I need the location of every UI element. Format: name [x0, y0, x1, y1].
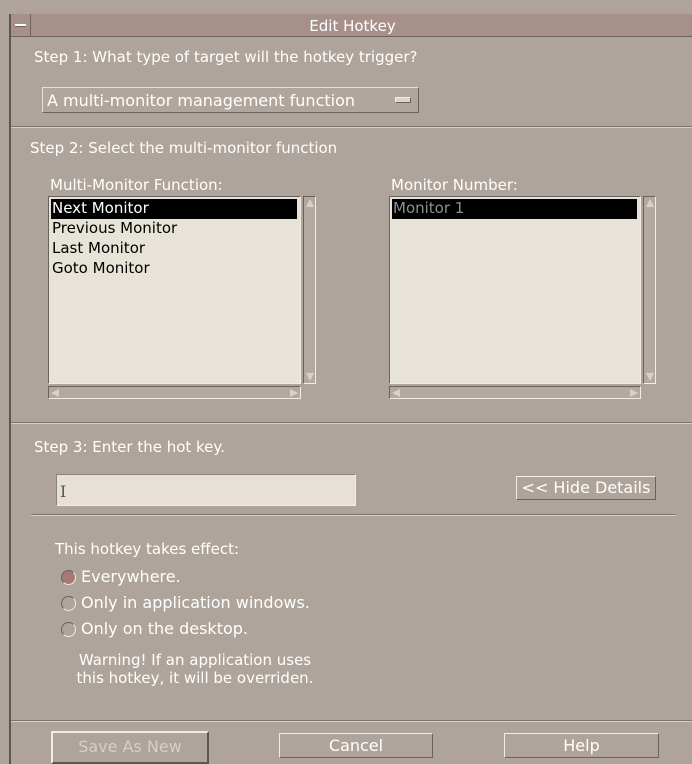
scroll-up-icon[interactable]	[306, 199, 314, 207]
monitor-list-vscrollbar[interactable]	[643, 196, 656, 384]
scroll-up-icon[interactable]	[646, 199, 654, 207]
override-warning: Warning! If an application uses this hot…	[55, 651, 335, 687]
radio-label: Only in application windows.	[81, 593, 310, 612]
warning-line: Warning! If an application uses	[78, 651, 312, 669]
title-bar[interactable]: Edit Hotkey	[11, 14, 692, 37]
separator	[11, 126, 692, 128]
function-list-header: Multi-Monitor Function:	[50, 176, 223, 194]
scroll-down-icon[interactable]	[306, 373, 314, 381]
cancel-button[interactable]: Cancel	[279, 733, 433, 758]
list-item[interactable]: Last Monitor	[51, 239, 297, 259]
list-item[interactable]: Monitor 1	[392, 199, 637, 219]
radio-unselected-icon[interactable]	[61, 596, 76, 611]
target-type-selected: A multi-monitor management function	[47, 91, 356, 110]
step2-label: Step 2: Select the multi-monitor functio…	[30, 139, 338, 157]
radio-label: Everywhere.	[81, 567, 181, 586]
radio-unselected-icon[interactable]	[61, 622, 76, 637]
radio-selected-icon[interactable]	[61, 570, 76, 585]
hide-details-button[interactable]: << Hide Details	[516, 476, 656, 500]
warning-line: this hotkey, it will be overriden.	[76, 669, 314, 687]
radio-label: Only on the desktop.	[81, 619, 248, 638]
scope-heading: This hotkey takes effect:	[55, 540, 240, 558]
monitor-list-header: Monitor Number:	[391, 176, 518, 194]
list-item[interactable]: Goto Monitor	[51, 259, 297, 279]
separator	[31, 514, 676, 516]
function-list-hscrollbar[interactable]	[48, 386, 301, 399]
step3-label: Step 3: Enter the hot key.	[34, 438, 225, 456]
monitor-list-hscrollbar[interactable]	[389, 386, 641, 399]
scroll-left-icon[interactable]	[51, 389, 59, 397]
text-cursor-icon: I	[60, 482, 67, 501]
edit-hotkey-window: Edit Hotkey Step 1: What type of target …	[9, 14, 692, 764]
scroll-left-icon[interactable]	[392, 389, 400, 397]
separator	[11, 422, 692, 424]
list-item[interactable]: Next Monitor	[51, 199, 297, 219]
option-menu-indicator-icon	[395, 97, 411, 103]
scroll-down-icon[interactable]	[646, 373, 654, 381]
help-button[interactable]: Help	[504, 733, 659, 758]
scroll-right-icon[interactable]	[630, 389, 638, 397]
monitor-list[interactable]: Monitor 1	[389, 196, 641, 384]
scroll-right-icon[interactable]	[290, 389, 298, 397]
save-as-new-button[interactable]: Save As New	[51, 731, 209, 764]
window-title: Edit Hotkey	[309, 17, 396, 35]
target-type-option-menu[interactable]: A multi-monitor management function	[42, 87, 419, 113]
list-item[interactable]: Previous Monitor	[51, 219, 297, 239]
function-list-vscrollbar[interactable]	[303, 196, 316, 384]
step1-label: Step 1: What type of target will the hot…	[34, 48, 418, 66]
hotkey-input[interactable]: I	[56, 474, 356, 506]
function-list[interactable]: Next Monitor Previous Monitor Last Monit…	[48, 196, 301, 384]
separator	[11, 720, 692, 722]
